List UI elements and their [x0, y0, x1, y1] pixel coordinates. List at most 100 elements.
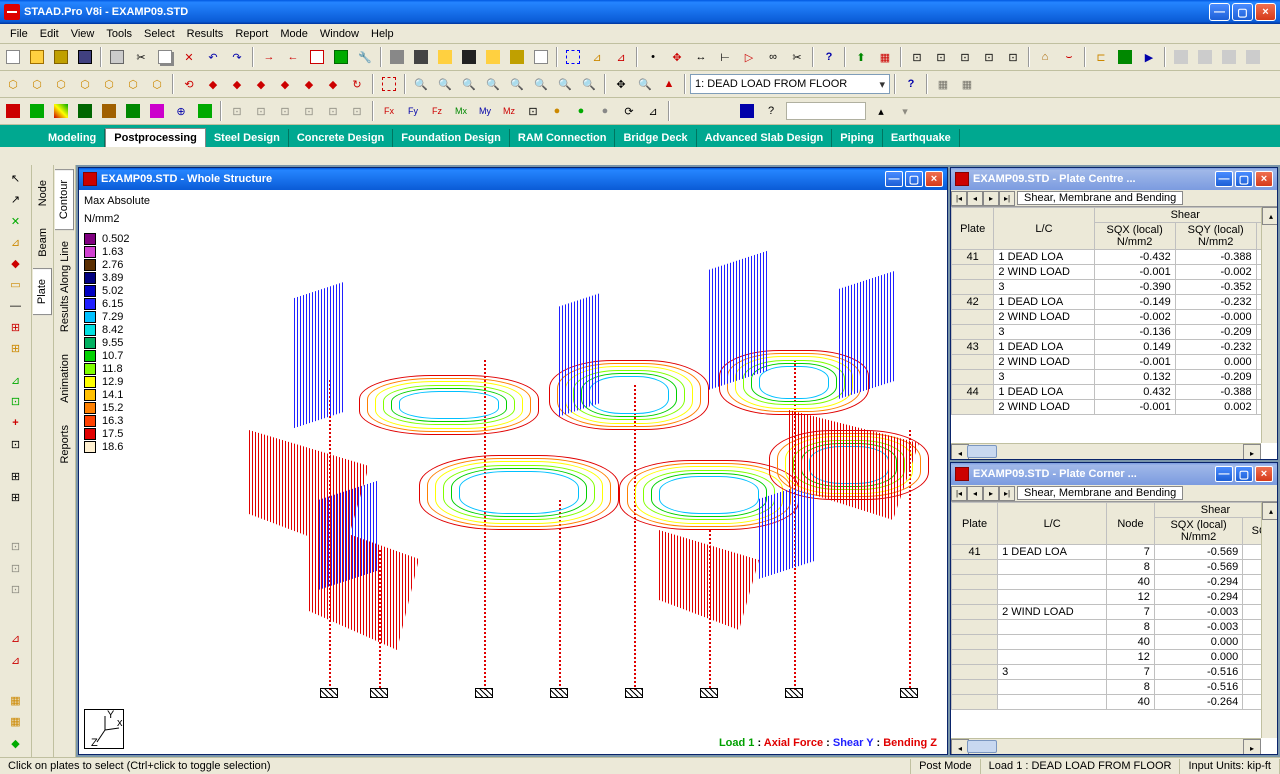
g6-button[interactable]: ⊡	[298, 100, 320, 122]
a1-button[interactable]: ⊞	[5, 318, 27, 337]
mx-button[interactable]: Mx	[450, 100, 472, 122]
f3-button[interactable]: ◆	[5, 734, 27, 753]
rot4-button[interactable]: ◆	[274, 73, 296, 95]
menu-report[interactable]: Report	[229, 26, 274, 42]
rot7-button[interactable]: ↻	[346, 73, 368, 95]
view-front-button[interactable]: ⬡	[146, 73, 168, 95]
cursor-button[interactable]: ↖	[5, 169, 27, 188]
p1-button[interactable]	[2, 100, 24, 122]
ruler2-button[interactable]: ⊿	[610, 46, 632, 68]
p7-button[interactable]	[146, 100, 168, 122]
pc-min-button[interactable]: —	[1215, 171, 1233, 187]
st1-button[interactable]: ⊡	[906, 46, 928, 68]
sec1-button[interactable]: ⊏	[1090, 46, 1112, 68]
fx-button[interactable]: Fx	[378, 100, 400, 122]
pr-close-button[interactable]: ×	[1255, 466, 1273, 482]
folder2-button[interactable]	[506, 46, 528, 68]
my-button[interactable]: My	[474, 100, 496, 122]
cursor2-button[interactable]: ↗	[5, 190, 27, 209]
red-tri-button[interactable]: ▲	[658, 73, 680, 95]
mode-tab-earthquake[interactable]: Earthquake	[883, 129, 960, 147]
tool-button[interactable]: 🔧	[354, 46, 376, 68]
maximize-button[interactable]: ▢	[1232, 3, 1253, 21]
pan-button[interactable]: ✥	[610, 73, 632, 95]
r1-button[interactable]: ●	[546, 100, 568, 122]
structure-titlebar[interactable]: EXAMP09.STD - Whole Structure — ▢ ×	[79, 168, 947, 190]
g1-button[interactable]: ▦	[932, 73, 954, 95]
mode-tab-advanced-slab-design[interactable]: Advanced Slab Design	[697, 129, 833, 147]
pr-tab-next[interactable]: ▸	[983, 486, 999, 501]
fy-button[interactable]: Fy	[402, 100, 424, 122]
copy-button[interactable]	[154, 46, 176, 68]
arrow-in-button[interactable]: →	[258, 46, 280, 68]
cut-button[interactable]: ✂	[130, 46, 152, 68]
arrow-up-button[interactable]: ▴	[870, 100, 892, 122]
p6-button[interactable]	[122, 100, 144, 122]
plate-corner-table[interactable]: PlateL/CNodeShearSQX (local)N/mm2SQ411 D…	[951, 502, 1277, 754]
pc-close-button[interactable]: ×	[1255, 171, 1273, 187]
sec2-button[interactable]	[1114, 46, 1136, 68]
ruler-button[interactable]: ⊿	[586, 46, 608, 68]
vtab-node[interactable]: Node	[33, 169, 53, 217]
view-left-button[interactable]: ⬡	[98, 73, 120, 95]
rot5-button[interactable]: ◆	[298, 73, 320, 95]
menu-help[interactable]: Help	[365, 26, 400, 42]
menu-select[interactable]: Select	[138, 26, 181, 42]
p4-button[interactable]	[74, 100, 96, 122]
p3-button[interactable]	[50, 100, 72, 122]
pr-tab-prev[interactable]: ◂	[967, 486, 983, 501]
open2-button[interactable]	[50, 46, 72, 68]
f1-button[interactable]: ▦	[5, 691, 27, 710]
r3-button[interactable]: ●	[594, 100, 616, 122]
mode-tab-postprocessing[interactable]: Postprocessing	[105, 128, 206, 147]
hscroll[interactable]	[951, 738, 1261, 754]
solid-sel-button[interactable]: —	[5, 296, 27, 315]
p2-button[interactable]	[26, 100, 48, 122]
mz-button[interactable]: Mz	[498, 100, 520, 122]
zoom-dyn-button[interactable]: 🔍	[634, 73, 656, 95]
c2-button[interactable]: ⊞	[5, 488, 27, 507]
st4-button[interactable]: ⊡	[978, 46, 1000, 68]
st3-button[interactable]: ⊡	[954, 46, 976, 68]
r4-button[interactable]: ⟳	[618, 100, 640, 122]
sec3-button[interactable]: ▶	[1138, 46, 1160, 68]
p8-button[interactable]: ⊕	[170, 100, 192, 122]
move-button[interactable]: ✥	[666, 46, 688, 68]
zoom-b-button[interactable]: 🔍	[530, 73, 552, 95]
dim-v-button[interactable]: ⊢	[714, 46, 736, 68]
struct-close-button[interactable]: ×	[925, 171, 943, 187]
menu-window[interactable]: Window	[314, 26, 365, 42]
g7-button[interactable]: ⊡	[322, 100, 344, 122]
scale-input[interactable]	[786, 102, 866, 120]
zoom-window-button[interactable]	[378, 73, 400, 95]
a2-button[interactable]: ⊞	[5, 339, 27, 358]
mode-tab-ram-connection[interactable]: RAM Connection	[510, 129, 616, 147]
pr-max-button[interactable]: ▢	[1235, 466, 1253, 482]
win2-button[interactable]	[1194, 46, 1216, 68]
pc-tab-next[interactable]: ▸	[983, 191, 999, 206]
undo-button[interactable]: ↶	[202, 46, 224, 68]
menu-edit[interactable]: Edit	[34, 26, 65, 42]
p5-button[interactable]	[98, 100, 120, 122]
vscroll[interactable]	[1261, 502, 1277, 738]
menu-view[interactable]: View	[65, 26, 101, 42]
zoom-in2-button[interactable]: 🔍	[434, 73, 456, 95]
r5-button[interactable]: ⊿	[642, 100, 664, 122]
zoom-c-button[interactable]: 🔍	[554, 73, 576, 95]
vscroll[interactable]	[1261, 207, 1277, 443]
menu-results[interactable]: Results	[181, 26, 230, 42]
d2-button[interactable]: ⊡	[5, 558, 27, 577]
view-top-button[interactable]: ⬡	[50, 73, 72, 95]
vtab-animation[interactable]: Animation	[55, 343, 75, 414]
close-button[interactable]: ×	[1255, 3, 1276, 21]
folder-button[interactable]	[482, 46, 504, 68]
rot2-button[interactable]: ◆	[226, 73, 248, 95]
mode-tab-modeling[interactable]: Modeling	[40, 129, 105, 147]
open-file-button[interactable]	[26, 46, 48, 68]
doc3-button[interactable]	[530, 46, 552, 68]
pc-tab-first[interactable]: |◂	[951, 191, 967, 206]
print-button[interactable]	[106, 46, 128, 68]
win3-button[interactable]	[1218, 46, 1240, 68]
g3-button[interactable]: ⊡	[226, 100, 248, 122]
pr-tab-last[interactable]: ▸|	[999, 486, 1015, 501]
